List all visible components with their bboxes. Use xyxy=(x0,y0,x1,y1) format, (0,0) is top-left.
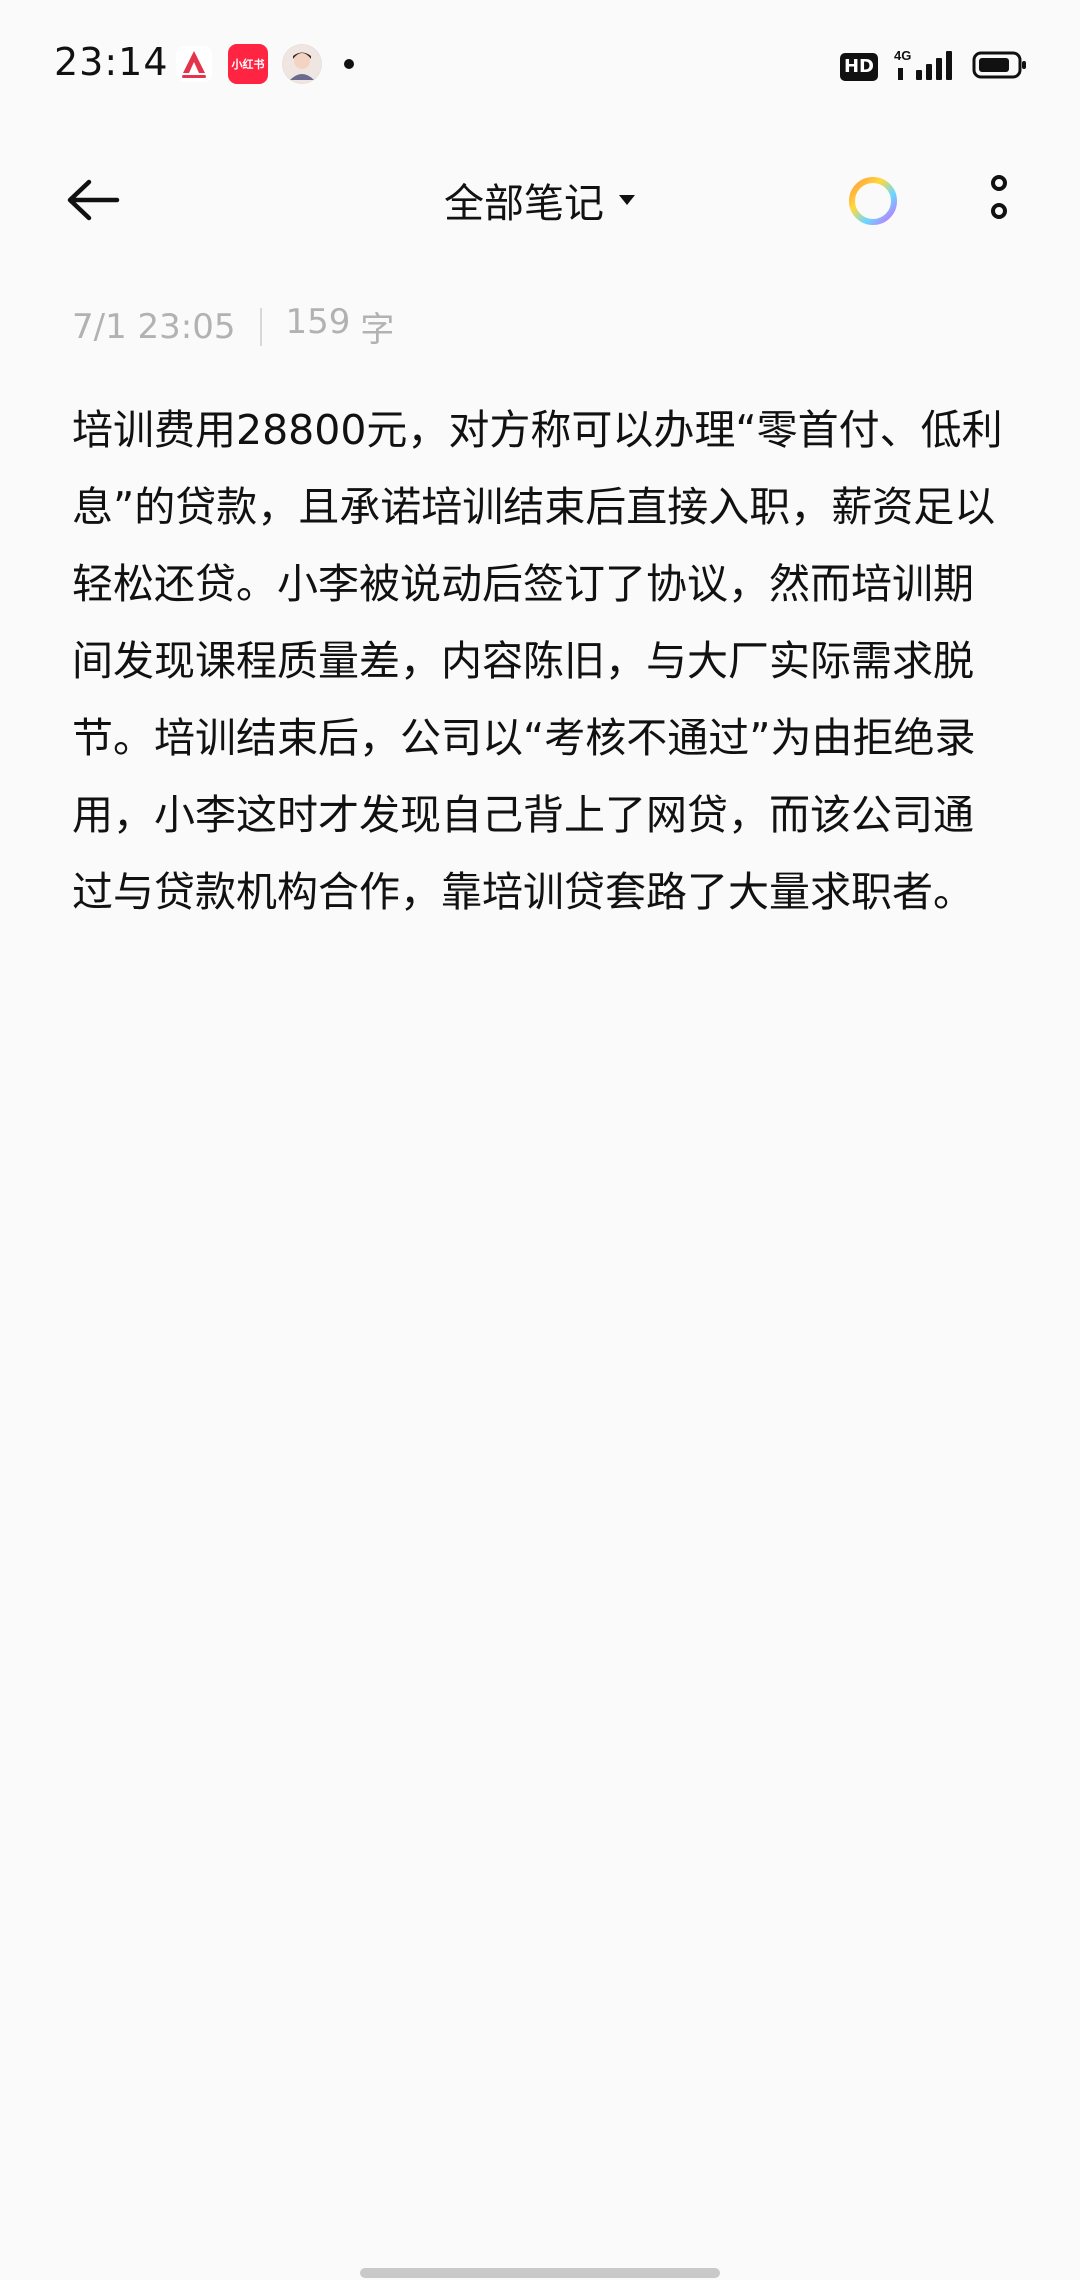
word-count-value: 159 xyxy=(285,302,351,342)
color-ring-icon xyxy=(849,177,897,225)
note-content-editor[interactable]: 培训费用28800元，对方称可以办理“零首付、低利息”的贷款，且承诺培训结束后直… xyxy=(72,392,1012,931)
notification-icons: 小红书 xyxy=(174,44,354,84)
redbook-app-icon: 小红书 xyxy=(228,44,268,84)
status-time: 23:14 xyxy=(54,40,169,84)
caret-down-icon xyxy=(619,195,635,205)
meta-divider xyxy=(259,307,262,346)
title-container: 全部笔记 xyxy=(0,172,1080,228)
avatar-icon xyxy=(282,44,322,84)
system-status: HD 4G xyxy=(839,48,1028,86)
word-count-unit: 字 xyxy=(360,310,395,350)
status-bar: 23:14 小红书 HD 4G xyxy=(0,0,1080,130)
more-vertical-icon xyxy=(991,175,1007,219)
redbook-label: 小红书 xyxy=(231,58,265,71)
notes-folder-dropdown[interactable]: 全部笔记 xyxy=(444,171,636,229)
word-count: 159 字 xyxy=(286,302,395,351)
signal-icon: 4G xyxy=(894,48,956,86)
back-button[interactable] xyxy=(58,172,128,228)
toolbar-title: 全部笔记 xyxy=(444,181,604,227)
note-date: 7/1 23:05 xyxy=(72,306,236,347)
notes-editor-screen: 23:14 小红书 HD 4G 全部笔记 7/1 23:05 159 字 培训费… xyxy=(0,0,1080,2280)
svg-text:4G: 4G xyxy=(894,48,911,63)
color-picker-button[interactable] xyxy=(846,174,900,228)
toolbar: 全部笔记 xyxy=(0,150,1080,250)
hd-icon: HD xyxy=(839,53,878,81)
note-meta: 7/1 23:05 159 字 xyxy=(72,302,394,351)
notification-dot-icon xyxy=(344,59,354,69)
arrow-left-icon xyxy=(67,179,120,221)
app-a-icon xyxy=(174,44,214,84)
more-options-button[interactable] xyxy=(974,170,1024,230)
home-indicator[interactable] xyxy=(360,2268,720,2278)
battery-icon xyxy=(972,49,1028,85)
